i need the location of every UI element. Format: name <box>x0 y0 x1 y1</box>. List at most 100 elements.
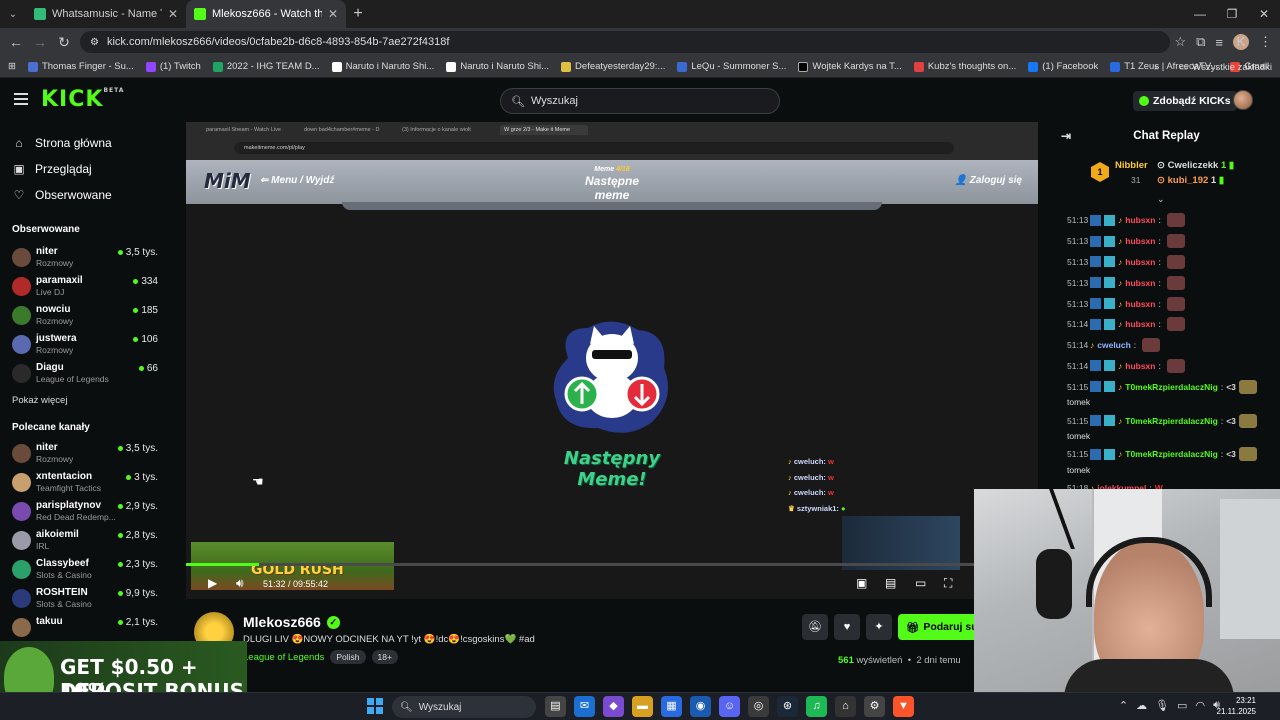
chat-username[interactable]: hubsxn <box>1125 236 1155 246</box>
hamburger-menu-icon[interactable] <box>14 93 28 105</box>
file-explorer-icon[interactable]: ▬ <box>632 696 653 717</box>
bookmark-item[interactable]: Naruto i Naruto Shi... <box>440 61 555 72</box>
forward-icon[interactable]: → <box>28 34 52 50</box>
brave-icon[interactable]: ▼ <box>893 696 914 717</box>
chat-username[interactable]: hubsxn <box>1125 299 1155 309</box>
browser-tab[interactable]: Whatsamusic - Name That Tune ✕ <box>26 0 186 28</box>
chat-username[interactable]: cweluch <box>1097 340 1131 350</box>
follow-heart-button[interactable]: ♥ <box>834 614 860 640</box>
back-icon[interactable]: ← <box>4 34 28 50</box>
channel-name[interactable]: Mlekosz666 ✓ <box>243 614 340 630</box>
theater-mode-icon[interactable]: ▭ <box>915 576 926 590</box>
chevron-right-icon[interactable]: » <box>1154 62 1159 73</box>
display-icon[interactable]: ▭ <box>1177 699 1187 712</box>
new-tab-button[interactable]: + <box>346 5 370 23</box>
taskbar-clock[interactable]: 23:21 21.11.2025 <box>1217 695 1256 717</box>
followed-channel[interactable]: paramaxil Live DJ 334 <box>0 273 170 302</box>
chat-username[interactable]: hubsxn <box>1125 215 1155 225</box>
video-progress-bar[interactable] <box>186 563 1038 566</box>
recommended-channel[interactable]: Classybeef Slots & Casino 2,3 tys. <box>0 556 170 585</box>
bookmark-item[interactable]: Defeatyesterday29:... <box>555 61 671 72</box>
bookmark-item[interactable]: Kubz's thoughts on... <box>908 61 1022 72</box>
user-avatar[interactable] <box>1233 90 1253 110</box>
chat-username[interactable]: hubsxn <box>1125 278 1155 288</box>
chrome-icon[interactable]: ◎ <box>748 696 769 717</box>
chat-username[interactable]: hubsxn <box>1125 319 1155 329</box>
app-icon[interactable]: ⌂ <box>835 696 856 717</box>
menu-dots-icon[interactable]: ⋮ <box>1259 34 1272 50</box>
url-input[interactable]: ⚙ kick.com/mlekosz666/videos/0cfabe2b-d6… <box>80 31 1170 53</box>
recommended-channel[interactable]: xntentacion Teamfight Tactics 3 tys. <box>0 469 170 498</box>
followed-channel[interactable]: nowciu Rozmowy 185 <box>0 302 170 331</box>
scroll-down-icon[interactable]: ⌄ <box>1157 194 1165 205</box>
close-window-icon[interactable]: ✕ <box>1248 0 1280 28</box>
sidebar-item-home[interactable]: ⌂ Strona główna <box>0 130 170 156</box>
recommended-channel[interactable]: aikoiemil IRL 2,8 tys. <box>0 527 170 556</box>
kick-logo[interactable]: KICKBETA <box>41 87 124 112</box>
tag-chip[interactable]: Polish <box>330 650 366 664</box>
browser-tab-active[interactable]: Mlekosz666 - Watch the VOD o ✕ <box>186 0 346 28</box>
extensions-icon[interactable]: ⧉ <box>1196 34 1205 50</box>
gifter-2[interactable]: ⊙ Cweliczekk 1 ▮ <box>1157 160 1234 171</box>
notifications-off-button[interactable]: 🔕︎ <box>802 614 828 640</box>
fullscreen-icon[interactable]: ⛶ <box>944 576 952 591</box>
maximize-icon[interactable]: ❐ <box>1216 0 1248 28</box>
tag-chip[interactable]: 18+ <box>371 650 398 664</box>
bookmark-star-icon[interactable]: ☆ <box>1174 34 1186 50</box>
spotify-icon[interactable]: ♫ <box>806 696 827 717</box>
settings-icon[interactable]: ⚙ <box>864 696 885 717</box>
app-icon[interactable]: ◉ <box>690 696 711 717</box>
share-button[interactable]: ✦ <box>866 614 892 640</box>
collapse-chat-icon[interactable]: ⇥ <box>1061 122 1071 150</box>
clip-icon[interactable]: ▤ <box>885 576 896 590</box>
bookmark-item[interactable]: (1) Twitch <box>140 61 207 72</box>
apps-icon[interactable]: ⊞ <box>0 61 22 72</box>
minimize-icon[interactable]: — <box>1184 0 1216 28</box>
microphone-icon[interactable]: 🎙︎ <box>1155 699 1169 712</box>
taskbar-search-input[interactable]: 🔍︎ Wyszukaj <box>392 696 536 718</box>
recommended-channel[interactable]: ROSHTEIN Slots & Casino 9,9 tys. <box>0 585 170 614</box>
all-bookmarks[interactable]: » ▭ Wszystkie zakładki <box>1154 56 1272 78</box>
bookmark-item[interactable]: 2022 - IHG TEAM D... <box>207 61 326 72</box>
chat-username[interactable]: hubsxn <box>1125 257 1155 267</box>
reload-icon[interactable]: ↻ <box>52 34 76 51</box>
category-link[interactable]: League of Legends <box>243 652 324 663</box>
chat-username[interactable]: T0mekRzpierdalaczNig <box>1125 416 1218 426</box>
store-icon[interactable]: ▦ <box>661 696 682 717</box>
sidebar-item-following[interactable]: ♡ Obserwowane <box>0 182 170 208</box>
play-icon[interactable]: ▶ <box>208 576 217 590</box>
gift-sub-button[interactable]: 🎁︎ Podaruj su <box>898 614 978 640</box>
bookmark-item[interactable]: (1) Facebook <box>1022 61 1104 72</box>
windows-start-icon[interactable] <box>367 698 383 714</box>
media-icon[interactable]: ≡ <box>1215 35 1223 50</box>
chat-username[interactable]: T0mekRzpierdalaczNig <box>1125 449 1218 459</box>
tab-close-icon[interactable]: ✕ <box>168 7 178 21</box>
top-gifter-name[interactable]: Nibbler <box>1115 160 1148 171</box>
copilot-icon[interactable]: ◆ <box>603 696 624 717</box>
get-kicks-button[interactable]: Zdobądź KICKs <box>1133 91 1237 111</box>
discord-icon[interactable]: ☺ <box>719 696 740 717</box>
bookmark-item[interactable]: Naruto i Naruto Shi... <box>326 61 441 72</box>
profile-avatar[interactable]: K <box>1233 34 1249 50</box>
chat-username[interactable]: T0mekRzpierdalaczNig <box>1125 382 1218 392</box>
chevron-up-icon[interactable]: ⌃ <box>1119 699 1128 712</box>
bookmark-item[interactable]: Thomas Finger - Su... <box>22 61 140 72</box>
video-player[interactable]: paramaxil Stream - Watch Live down bad4c… <box>186 122 1038 599</box>
tab-close-icon[interactable]: ✕ <box>328 7 338 21</box>
site-info-icon[interactable]: ⚙ <box>90 37 99 48</box>
chat-username[interactable]: hubsxn <box>1125 361 1155 371</box>
followed-channel[interactable]: Diagu League of Legends 66 <box>0 360 170 389</box>
picture-in-picture-icon[interactable]: ▣ <box>856 576 867 590</box>
sidebar-item-browse[interactable]: ▣ Przeglądaj <box>0 156 170 182</box>
gifter-3[interactable]: ⊙ kubi_192 1 ▮ <box>1157 175 1224 186</box>
outlook-icon[interactable]: ✉ <box>574 696 595 717</box>
followed-channel[interactable]: niter Rozmowy 3,5 tys. <box>0 244 170 273</box>
tab-search-dropdown[interactable]: ⌄ <box>0 9 26 20</box>
network-icon[interactable]: ☁ <box>1136 699 1147 712</box>
bookmark-item[interactable]: LeQu - Summoner S... <box>671 61 792 72</box>
show-more-link[interactable]: Pokaż więcej <box>0 395 170 406</box>
recommended-channel[interactable]: parisplatynov Red Dead Redemp... 2,9 tys. <box>0 498 170 527</box>
task-view-icon[interactable]: ▤ <box>545 696 566 717</box>
wifi-icon[interactable]: ◠ <box>1195 699 1205 712</box>
followed-channel[interactable]: justwera Rozmowy 106 <box>0 331 170 360</box>
